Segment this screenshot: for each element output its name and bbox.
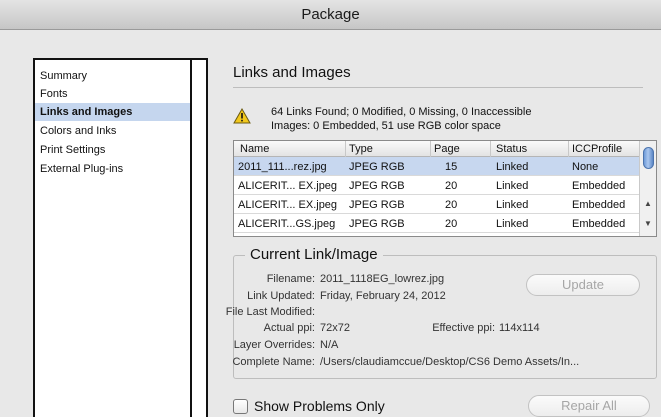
cell-name: 2011_111...rez.jpg — [238, 161, 327, 173]
column-separator — [490, 141, 491, 157]
cell-page: 20 — [445, 218, 458, 230]
cell-status: Linked — [496, 199, 529, 211]
section-heading: Links and Images — [233, 64, 351, 81]
update-button[interactable]: Update — [526, 274, 640, 296]
sidebar-item-fonts[interactable]: Fonts — [35, 85, 190, 103]
link-updated-value: Friday, February 24, 2012 — [320, 290, 446, 302]
filename-label: Filename: — [266, 273, 315, 285]
column-separator — [345, 141, 346, 157]
window-titlebar: Package — [0, 0, 661, 30]
cell-status: Linked — [496, 218, 529, 230]
cell-name: ALICERIT...GS.jpeg — [238, 218, 336, 230]
cell-page: 20 — [445, 180, 458, 192]
cell-status: Linked — [496, 180, 529, 192]
category-sidebar: Summary Fonts Links and Images Colors an… — [33, 58, 208, 417]
sidebar-scrollbar[interactable] — [190, 60, 206, 417]
scrollbar-thumb[interactable] — [643, 147, 654, 169]
cell-type: JPEG RGB — [349, 218, 405, 230]
sidebar-item-print-settings[interactable]: Print Settings — [35, 141, 190, 159]
cell-status: Linked — [496, 161, 529, 173]
column-header-page[interactable]: Page — [434, 141, 460, 157]
cell-iccprofile: Embedded — [572, 199, 626, 211]
cell-iccprofile: Embedded — [572, 218, 626, 230]
table-header: Name Type Page Status ICCProfile — [234, 141, 640, 157]
cell-name: ALICERIT... EX.jpeg — [238, 199, 338, 211]
scroll-up-arrow-icon[interactable]: ▲ — [644, 199, 652, 208]
actual-ppi-value: 72x72 — [320, 322, 350, 334]
cell-type: JPEG RGB — [349, 180, 405, 192]
warning-triangle-icon — [233, 108, 251, 124]
layer-overrides-value: N/A — [320, 339, 339, 351]
column-header-iccprofile[interactable]: ICCProfile — [572, 141, 622, 157]
table-row[interactable]: ALICERIT... EX.jpeg JPEG RGB 20 Linked E… — [234, 195, 640, 214]
column-separator — [430, 141, 431, 157]
column-header-type[interactable]: Type — [349, 141, 373, 157]
table-row[interactable]: ALICERIT...GS.jpeg JPEG RGB 20 Linked Em… — [234, 214, 640, 233]
images-summary: Images: 0 Embedded, 51 use RGB color spa… — [271, 120, 501, 132]
filename-value: 2011_1118EG_lowrez.jpg — [320, 273, 445, 285]
table-row[interactable]: ALICERIT... EX.jpeg JPEG RGB 20 Linked E… — [234, 176, 640, 195]
links-table: Name Type Page Status ICCProfile 2011_11… — [233, 140, 657, 237]
cell-page: 20 — [445, 199, 458, 211]
sidebar-item-links-and-images[interactable]: Links and Images — [35, 103, 190, 121]
column-header-status[interactable]: Status — [496, 141, 527, 157]
cell-page: 15 — [445, 161, 458, 173]
window-title: Package — [301, 6, 360, 23]
cell-iccprofile: None — [572, 161, 599, 173]
cell-type: JPEG RGB — [349, 199, 405, 211]
actual-ppi-label: Actual ppi: — [263, 322, 315, 334]
file-last-modified-label: File Last Modified: — [225, 306, 315, 318]
column-separator — [568, 141, 569, 157]
effective-ppi-label: Effective ppi: — [432, 322, 495, 334]
show-problems-only-checkbox[interactable] — [233, 399, 248, 414]
link-updated-label: Link Updated: — [247, 290, 315, 302]
cell-type: JPEG RGB — [349, 161, 405, 173]
repair-all-button[interactable]: Repair All — [528, 395, 650, 417]
sidebar-item-summary[interactable]: Summary — [35, 67, 190, 85]
column-header-name[interactable]: Name — [240, 141, 269, 157]
table-row[interactable]: 2011_111...rez.jpg JPEG RGB 15 Linked No… — [234, 157, 640, 176]
sidebar-item-colors-and-inks[interactable]: Colors and Inks — [35, 122, 190, 140]
show-problems-only-label[interactable]: Show Problems Only — [254, 398, 385, 414]
complete-name-value: /Users/claudiamccue/Desktop/CS6 Demo Ass… — [320, 356, 580, 368]
effective-ppi-value: 114x114 — [499, 322, 540, 334]
table-scrollbar[interactable]: ▲ ▼ — [639, 141, 656, 236]
cell-iccprofile: Embedded — [572, 180, 626, 192]
sidebar-item-external-plugins[interactable]: External Plug-ins — [35, 160, 190, 178]
current-link-heading: Current Link/Image — [245, 246, 383, 263]
cell-name: ALICERIT... EX.jpeg — [238, 180, 338, 192]
links-summary: 64 Links Found; 0 Modified, 0 Missing, 0… — [271, 106, 532, 118]
complete-name-label: Complete Name: — [232, 356, 315, 368]
scroll-down-arrow-icon[interactable]: ▼ — [644, 219, 652, 228]
layer-overrides-label: Layer Overrides: — [233, 339, 315, 351]
section-divider — [233, 87, 643, 88]
